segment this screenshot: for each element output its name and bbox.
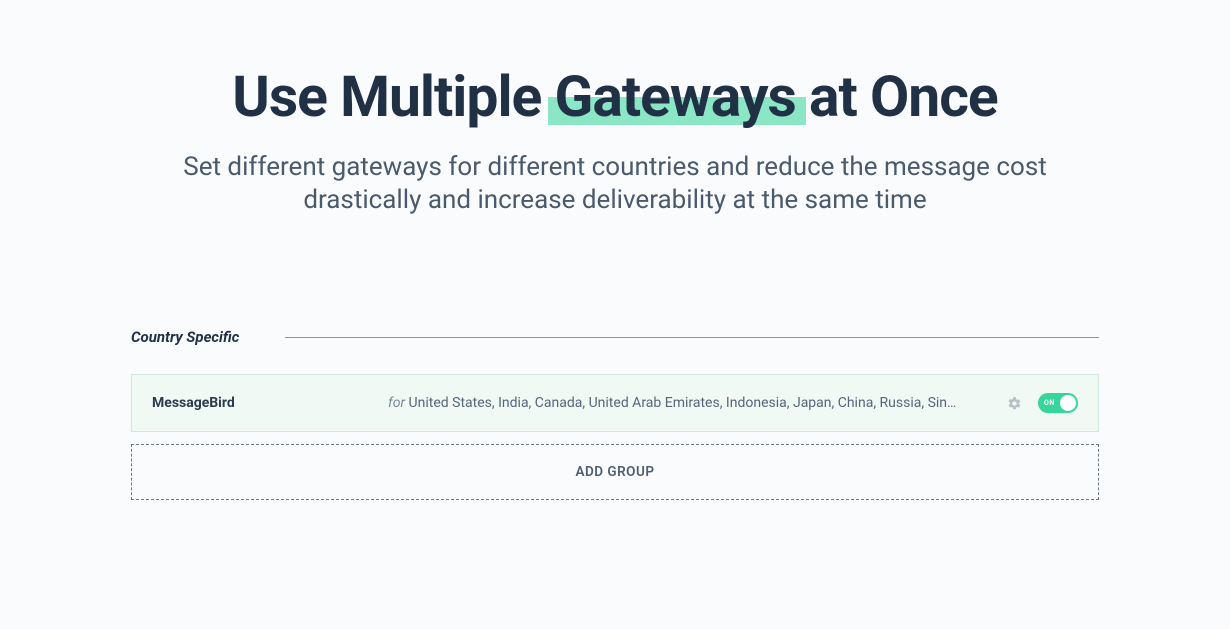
gateway-countries: for United States, India, Canada, United… <box>388 395 958 411</box>
add-group-label: ADD GROUP <box>575 464 654 480</box>
toggle-knob <box>1060 395 1076 411</box>
heading-highlight-wrap: Gateways <box>554 66 795 129</box>
gateways-panel: Country Specific MessageBird for United … <box>131 328 1099 500</box>
page-title: Use Multiple Gateways at Once <box>0 66 1230 129</box>
heading-pre: Use Multiple <box>232 63 554 130</box>
gateway-toggle[interactable]: ON <box>1038 393 1078 413</box>
gear-icon[interactable] <box>1007 396 1022 411</box>
section-divider <box>285 337 1099 338</box>
gateway-for-label: for <box>388 395 405 411</box>
add-group-button[interactable]: ADD GROUP <box>131 444 1099 500</box>
gateway-row[interactable]: MessageBird for United States, India, Ca… <box>131 374 1099 432</box>
toggle-state-label: ON <box>1044 399 1055 407</box>
section-title: Country Specific <box>131 328 239 346</box>
heading-post: at Once <box>796 63 998 130</box>
gateway-name: MessageBird <box>152 395 388 411</box>
page-subtitle: Set different gateways for different cou… <box>145 151 1085 219</box>
section-header: Country Specific <box>131 328 1099 346</box>
gateway-countries-list: United States, India, Canada, United Ara… <box>405 395 958 411</box>
gateway-actions: ON <box>1007 393 1078 413</box>
heading-highlight: Gateways <box>554 63 795 130</box>
